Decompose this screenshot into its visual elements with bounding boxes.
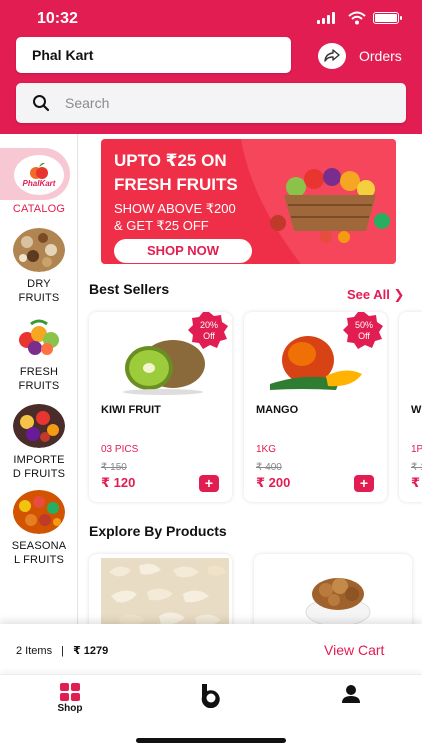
best-sellers-title: Best Sellers	[89, 281, 170, 297]
logo-text: PhalKart	[22, 179, 56, 188]
banner-headline-1: UPTO ₹25 ON	[114, 151, 227, 170]
share-arrow-icon	[318, 43, 346, 69]
phalkart-logo: PhalKart	[11, 152, 67, 198]
battery-icon	[373, 12, 399, 24]
promo-banner[interactable]: UPTO ₹25 ON FRESH FRUITS SHOW ABOVE ₹200…	[101, 139, 396, 264]
product-old-price: ₹ 400	[256, 462, 282, 473]
mango-image	[270, 336, 362, 390]
sidebar-item-label: DRY FRUITS	[18, 278, 60, 304]
shop-now-button[interactable]: SHOP NOW	[114, 239, 252, 263]
user-icon	[342, 685, 360, 703]
product-name: KIWI FRUIT	[101, 404, 161, 416]
cellular-signal-icon	[317, 12, 335, 24]
seasonal-fruits-image	[13, 490, 65, 534]
product-name: W	[411, 404, 422, 416]
status-bar: 10:32	[0, 0, 422, 36]
product-name: MANGO	[256, 404, 299, 416]
product-card-kiwi[interactable]: 20% Off KIWI FRUIT 03 PICS ₹ 150 ₹ 120 +	[89, 312, 232, 502]
search-bar[interactable]	[16, 83, 406, 123]
product-price: ₹ 120	[101, 475, 136, 490]
apple-logo-icon	[30, 162, 48, 179]
badge-percent: 50%	[354, 320, 373, 330]
sidebar-item-label: SEASONA L FRUITS	[11, 540, 67, 566]
sidebar-item-fresh-fruits[interactable]: FRESH FRUITS	[0, 316, 78, 393]
explore-title: Explore By Products	[89, 523, 227, 539]
product-price: ₹ 200	[256, 475, 291, 490]
orders-button[interactable]: Orders	[318, 43, 408, 69]
search-icon	[33, 95, 50, 112]
see-all-label: See All	[347, 287, 390, 302]
store-selector[interactable]: Phal Kart	[16, 37, 291, 73]
fresh-fruits-image	[13, 316, 65, 360]
cart-summary-bar: 2 Items | ₹ 1279 View Cart	[0, 624, 422, 674]
orders-label: Orders	[359, 48, 402, 64]
add-to-cart-button[interactable]: +	[354, 475, 374, 492]
imported-fruits-image	[13, 404, 65, 448]
sidebar-item-label: FRESH FRUITS	[18, 366, 60, 392]
grid-icon	[60, 683, 80, 701]
product-quantity: 1KG	[256, 444, 277, 455]
tab-label: Shop	[57, 703, 83, 714]
cart-separator: |	[61, 645, 64, 657]
banner-subtext-1: SHOW ABOVE ₹200	[114, 201, 236, 216]
sidebar-item-dry-fruits[interactable]: DRY FRUITS	[0, 228, 78, 305]
app-screen: 10:32 Phal Kart Orders Search PhalKart C…	[0, 0, 422, 750]
cart-info: 2 Items | ₹ 1279	[16, 644, 108, 657]
product-old-price: ₹ 150	[101, 462, 127, 473]
tab-brand[interactable]	[141, 675, 281, 725]
sidebar-item-label: IMPORTE D FRUITS	[12, 454, 66, 480]
tab-profile[interactable]	[281, 675, 421, 725]
home-indicator	[136, 738, 286, 743]
badge-percent: 20%	[199, 320, 218, 330]
product-price: ₹	[411, 475, 421, 490]
product-quantity: 1P	[411, 444, 422, 455]
sidebar-item-seasonal-fruits[interactable]: SEASONA L FRUITS	[0, 490, 78, 567]
tab-shop[interactable]: Shop	[0, 675, 140, 725]
battery-tip	[400, 16, 402, 20]
product-card-mango[interactable]: 50% Off MANGO 1KG ₹ 400 ₹ 200 +	[244, 312, 387, 502]
cashew-image	[101, 558, 229, 624]
banner-subtext-2: & GET ₹25 OFF	[114, 218, 209, 233]
add-to-cart-button[interactable]: +	[199, 475, 219, 492]
banner-headline-2: FRESH FRUITS	[114, 175, 238, 194]
explore-product-card[interactable]	[89, 554, 232, 624]
sidebar-item-catalog[interactable]: PhalKart CATALOG	[0, 152, 78, 216]
wifi-icon	[348, 11, 366, 25]
header: 10:32 Phal Kart Orders Search	[0, 0, 422, 134]
product-card-partial[interactable]: W 1P ₹ 1 ₹	[399, 312, 422, 502]
walnut-image	[305, 578, 371, 624]
see-all-link[interactable]: See All ❯	[347, 287, 404, 303]
dry-fruits-image	[13, 228, 65, 272]
brand-b-icon	[201, 684, 220, 708]
explore-product-card[interactable]	[254, 554, 412, 624]
product-old-price: ₹ 1	[411, 462, 422, 473]
chevron-right-icon: ❯	[393, 287, 405, 302]
sidebar-item-imported-fruits[interactable]: IMPORTE D FRUITS	[0, 404, 78, 481]
cart-item-count: 2 Items	[16, 645, 53, 657]
fruit-basket-image	[270, 168, 390, 243]
view-cart-button[interactable]: View Cart	[324, 642, 384, 658]
search-input[interactable]	[65, 83, 385, 123]
kiwi-image	[123, 340, 205, 395]
store-name: Phal Kart	[32, 47, 94, 63]
status-time: 10:32	[37, 10, 78, 27]
category-sidebar: PhalKart CATALOG DRY FRUITS FRESH FRUITS…	[0, 134, 78, 624]
product-quantity: 03 PICS	[101, 444, 139, 455]
main-content: UPTO ₹25 ON FRESH FRUITS SHOW ABOVE ₹200…	[79, 134, 422, 624]
cart-total: ₹ 1279	[73, 645, 109, 657]
sidebar-item-label: CATALOG	[12, 203, 66, 215]
